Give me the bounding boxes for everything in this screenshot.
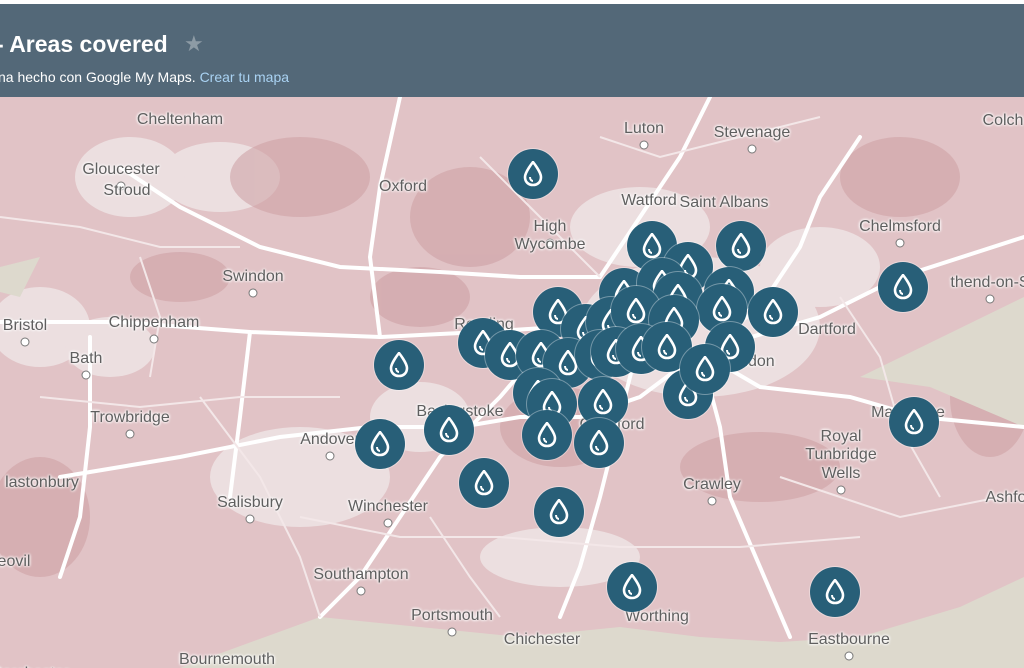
water-drop-icon (825, 579, 845, 605)
place-label: Chelmsford (859, 218, 941, 235)
location-marker[interactable] (459, 458, 509, 508)
place-dot (639, 140, 649, 150)
location-marker[interactable] (607, 562, 657, 612)
water-drop-icon (731, 233, 751, 259)
place-label: Luton (623, 120, 665, 137)
place-dot (895, 238, 905, 248)
water-drop-icon (763, 299, 783, 325)
place-label: Watford (621, 192, 677, 209)
place-label: thend-on-S (950, 274, 1024, 291)
location-marker[interactable] (680, 344, 730, 394)
place-dot (707, 496, 717, 506)
place-label: Gloucester (82, 161, 160, 178)
water-drop-icon (626, 298, 646, 324)
location-marker[interactable] (716, 221, 766, 271)
place-label: Bristol (2, 317, 48, 334)
place-label: Andover (300, 431, 360, 448)
place-label: Portsmouth (411, 607, 493, 624)
place-dot (245, 514, 255, 524)
place-dot (985, 294, 995, 304)
water-drop-icon (537, 422, 557, 448)
place-label: Colch (982, 112, 1024, 129)
place-label: Oxford (378, 178, 428, 195)
place-label: Winchester (347, 498, 429, 515)
place-label: Ashfo (985, 489, 1024, 506)
place-label: eovil (0, 553, 31, 570)
place-dot (248, 288, 258, 298)
location-marker[interactable] (355, 419, 405, 469)
place-label: Wells (821, 465, 861, 482)
water-drop-icon (893, 274, 913, 300)
location-marker[interactable] (810, 567, 860, 617)
place-dot (844, 651, 854, 661)
place-label: Chippenham (108, 314, 200, 331)
map-subtitle: na hecho con Google My Maps. Crear tu ma… (0, 69, 289, 85)
water-drop-icon (523, 161, 543, 187)
title-bar: - Areas covered ★ na hecho con Google My… (0, 4, 1024, 97)
water-drop-icon (439, 417, 459, 443)
place-dot (20, 337, 30, 347)
water-drop-icon (642, 233, 662, 259)
place-dot (836, 485, 846, 495)
place-label: Dartford (798, 321, 856, 338)
place-label: Stroud (103, 182, 151, 199)
water-drop-icon (370, 431, 390, 457)
place-label: Stevenage (713, 124, 791, 141)
place-dot (81, 370, 91, 380)
water-drop-icon (549, 499, 569, 525)
water-drop-icon (622, 574, 642, 600)
water-drop-icon (712, 296, 732, 322)
place-label: Wycombe (514, 236, 586, 253)
place-label: Swindon (222, 268, 284, 285)
water-drop-icon (474, 470, 494, 496)
place-label: Bath (69, 350, 103, 367)
place-dot (447, 627, 457, 637)
location-marker[interactable] (534, 487, 584, 537)
place-label: lastonbury (5, 474, 79, 491)
place-dot (747, 144, 757, 154)
location-marker[interactable] (748, 287, 798, 337)
place-label: High (533, 218, 567, 235)
place-label: Cheltenham (136, 111, 224, 128)
water-drop-icon (904, 409, 924, 435)
place-label: Trowbridge (90, 409, 170, 426)
place-dot (383, 518, 393, 528)
made-with-text: na hecho con Google My Maps. (0, 69, 196, 85)
location-marker[interactable] (424, 405, 474, 455)
place-dot (325, 451, 335, 461)
place-dot (125, 429, 135, 439)
place-label: Tunbridge (805, 446, 877, 463)
place-label: Royal (820, 428, 862, 445)
water-drop-icon (593, 389, 613, 415)
place-label: Saint Albans (679, 194, 769, 211)
place-dot (149, 334, 159, 344)
location-marker[interactable] (508, 149, 558, 199)
location-marker[interactable] (889, 397, 939, 447)
place-label: Crawley (683, 476, 741, 493)
map-canvas[interactable]: Cheltenham Gloucester Stroud Oxford Luton Ste… (0, 97, 1024, 668)
water-drop-icon (657, 334, 677, 360)
place-label: Bournemouth (178, 651, 276, 668)
location-marker[interactable] (522, 410, 572, 460)
map-header: - Areas covered ★ na hecho con Google My… (0, 0, 1024, 97)
place-label: Chichester (503, 631, 581, 648)
map-title: - Areas covered (0, 31, 168, 57)
place-label: Southampton (313, 566, 409, 583)
create-map-link[interactable]: Crear tu mapa (200, 69, 289, 85)
location-marker[interactable] (878, 262, 928, 312)
water-drop-icon (695, 356, 715, 382)
place-label: Salisbury (217, 494, 283, 511)
location-marker[interactable] (374, 340, 424, 390)
water-drop-icon (589, 430, 609, 456)
place-label: Eastbourne (808, 631, 890, 648)
location-marker[interactable] (574, 418, 624, 468)
water-drop-icon (389, 352, 409, 378)
place-dot (356, 586, 366, 596)
star-icon[interactable]: ★ (184, 31, 204, 57)
